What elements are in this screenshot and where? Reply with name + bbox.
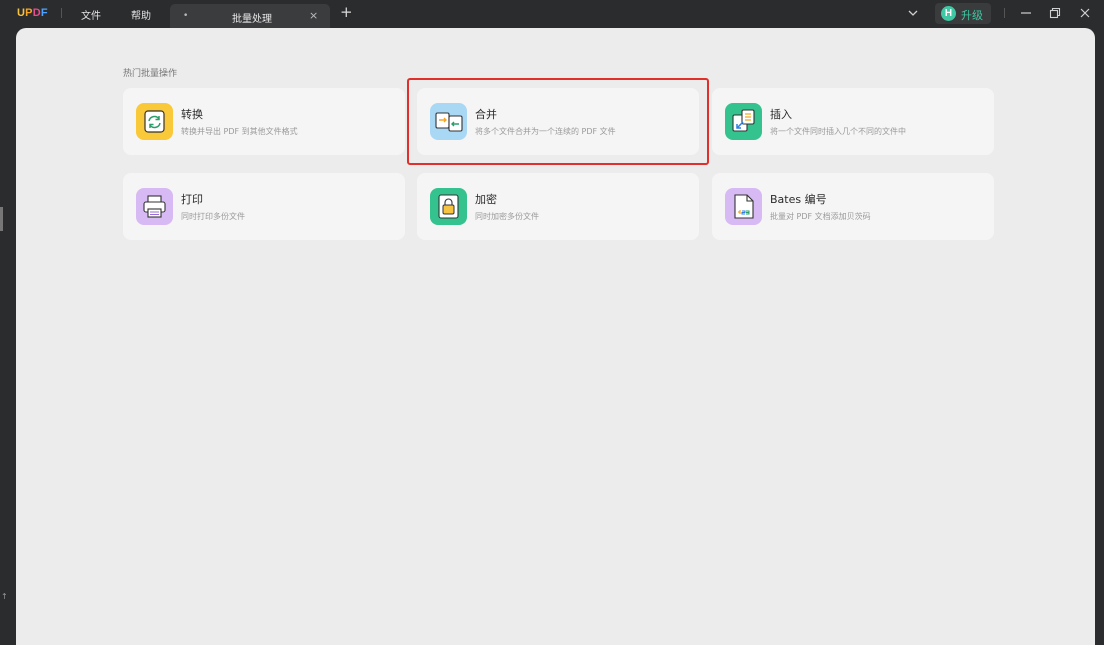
merge-icon <box>430 103 467 140</box>
card-title: Bates 编号 <box>770 193 827 206</box>
new-tab-button[interactable]: + <box>340 5 353 20</box>
tab-title: 批量处理 <box>232 14 272 25</box>
close-icon[interactable] <box>1078 6 1092 20</box>
convert-icon <box>136 103 173 140</box>
menu-help[interactable]: 帮助 <box>131 7 151 22</box>
menu-file[interactable]: 文件 <box>81 7 101 22</box>
encrypt-icon <box>430 188 467 225</box>
bates-icon <box>725 188 762 225</box>
card-bates[interactable]: Bates 编号 批量对 PDF 文档添加贝茨码 <box>712 173 994 240</box>
print-icon <box>136 188 173 225</box>
logo-letter-f: F <box>40 7 48 19</box>
card-description: 转换并导出 PDF 到其他文件格式 <box>181 127 298 136</box>
logo-letter-u: U <box>17 7 26 19</box>
insert-icon <box>725 103 762 140</box>
logo-letter-d: D <box>32 7 41 19</box>
card-description: 同时加密多份文件 <box>475 212 539 221</box>
logo-letter-p: P <box>25 7 33 19</box>
card-description: 同时打印多份文件 <box>181 212 245 221</box>
card-print[interactable]: 打印 同时打印多份文件 <box>123 173 405 240</box>
tab-marker: • <box>183 11 189 21</box>
card-encrypt[interactable]: 加密 同时加密多份文件 <box>417 173 699 240</box>
upgrade-label: 升级 <box>961 9 983 22</box>
card-insert[interactable]: 插入 将一个文件同时插入几个不同的文件中 <box>712 88 994 155</box>
card-description: 将一个文件同时插入几个不同的文件中 <box>770 127 906 136</box>
title-bar: UPDF 文件 帮助 • 批量处理 × + H 升级 <box>0 0 1104 28</box>
divider <box>61 8 62 18</box>
avatar: H <box>941 6 956 21</box>
card-title: 合并 <box>475 108 497 121</box>
left-edge-strip <box>0 207 3 231</box>
card-title: 打印 <box>181 193 203 206</box>
minimize-icon[interactable] <box>1019 6 1033 20</box>
chevron-down-icon[interactable] <box>907 7 919 19</box>
card-title: 转换 <box>181 108 203 121</box>
card-description: 将多个文件合并为一个连续的 PDF 文件 <box>475 127 616 136</box>
card-title: 加密 <box>475 193 497 206</box>
tab-close-icon[interactable]: × <box>309 9 318 22</box>
card-title: 插入 <box>770 108 792 121</box>
restore-icon[interactable] <box>1048 6 1062 20</box>
updf-logo[interactable]: UPDF <box>17 7 48 19</box>
section-title: 热门批量操作 <box>123 69 178 79</box>
tab-batch-process[interactable]: • 批量处理 × <box>170 4 330 28</box>
left-edge-mark: ↑ <box>1 592 8 601</box>
batch-panel: 热门批量操作 转换 转换并导出 PDF 到其他文件格式 合并 将多个文件合并为一… <box>16 28 1095 645</box>
upgrade-button[interactable]: H 升级 <box>935 3 991 24</box>
divider <box>1004 8 1005 18</box>
card-description: 批量对 PDF 文档添加贝茨码 <box>770 212 871 221</box>
card-merge[interactable]: 合并 将多个文件合并为一个连续的 PDF 文件 <box>417 88 699 155</box>
card-convert[interactable]: 转换 转换并导出 PDF 到其他文件格式 <box>123 88 405 155</box>
